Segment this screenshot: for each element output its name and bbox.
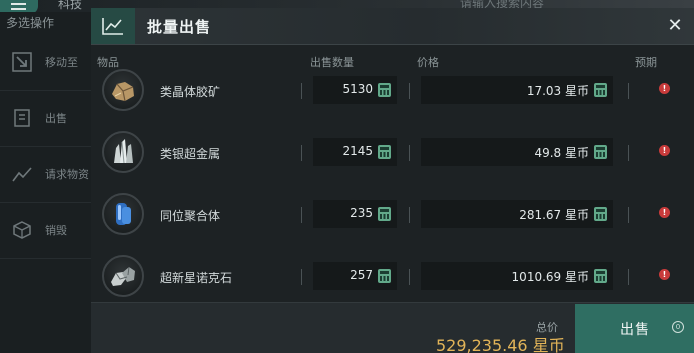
sidebar-item-destroy[interactable]: 销毁 (0, 202, 92, 259)
quantity-input[interactable]: 5130 (313, 76, 397, 104)
sidebar-item-sell[interactable]: 出售 (0, 90, 92, 147)
price-value: 281.67 星币 (519, 208, 589, 222)
total-price-value: 529,235.46 星币 (436, 336, 565, 353)
divider (628, 269, 629, 285)
warning-icon[interactable]: ! (659, 269, 670, 280)
close-icon[interactable]: ✕ (664, 15, 686, 37)
item-name: 超新星诺克石 (160, 271, 233, 285)
price-value: 49.8 星币 (534, 146, 589, 160)
background-sidebar: 多选操作 移动至 出售 请求物资 销毁 (0, 12, 92, 353)
quantity-input[interactable]: 257 (313, 262, 397, 290)
price-input[interactable]: 17.03 星币 (421, 76, 613, 104)
calculator-icon[interactable] (594, 145, 607, 159)
sidebar-heading: 多选操作 (6, 16, 55, 30)
quantity-input[interactable]: 235 (313, 200, 397, 228)
price-input[interactable]: 1010.69 星币 (421, 262, 613, 290)
background-title: 科技 (58, 0, 83, 11)
divider (628, 83, 629, 99)
divider (301, 83, 302, 99)
divider (409, 145, 410, 161)
crystal-metal-icon (102, 131, 144, 173)
price-input[interactable]: 281.67 星币 (421, 200, 613, 228)
calculator-icon[interactable] (378, 83, 391, 97)
request-icon (12, 167, 32, 182)
sell-button-label: 出售 (620, 322, 650, 338)
divider (301, 145, 302, 161)
nova-stone-icon (102, 255, 144, 297)
table-row: 超新星诺克石 257 1010.69 星币 ! (91, 246, 694, 308)
quantity-value: 2145 (342, 144, 373, 158)
price-value: 17.03 星币 (526, 84, 589, 98)
divider (628, 145, 629, 161)
sell-button[interactable]: 出售 0 (575, 304, 694, 353)
calculator-icon[interactable] (594, 207, 607, 221)
sidebar-item-label: 移动至 (45, 56, 78, 69)
move-icon (12, 52, 32, 72)
quantity-value: 235 (350, 206, 373, 220)
warning-icon[interactable]: ! (659, 83, 670, 94)
table-row: 类银超金属 2145 49.8 星币 ! (91, 122, 694, 184)
sidebar-item-move[interactable]: 移动至 (0, 34, 92, 91)
dialog-header: 批量出售 ✕ (91, 8, 694, 45)
divider (628, 207, 629, 223)
sidebar-item-request[interactable]: 请求物资 (0, 146, 92, 203)
sidebar-item-label: 出售 (45, 112, 67, 125)
divider (301, 269, 302, 285)
price-value: 1010.69 星币 (511, 270, 589, 284)
warning-icon[interactable]: ! (659, 207, 670, 218)
divider (409, 207, 410, 223)
sidebar-item-label: 销毁 (45, 224, 67, 237)
header-icon-box (91, 8, 135, 44)
table-row: 同位聚合体 235 281.67 星币 ! (91, 184, 694, 246)
quantity-input[interactable]: 2145 (313, 138, 397, 166)
calculator-icon[interactable] (378, 269, 391, 283)
calculator-icon[interactable] (378, 207, 391, 221)
calculator-icon[interactable] (594, 269, 607, 283)
sidebar-item-label: 请求物资 (45, 168, 89, 181)
divider (409, 269, 410, 285)
price-input[interactable]: 49.8 星币 (421, 138, 613, 166)
quantity-value: 5130 (342, 82, 373, 96)
isotope-polymer-icon (102, 193, 144, 235)
quantity-value: 257 (350, 268, 373, 282)
item-name: 同位聚合体 (160, 209, 221, 223)
destroy-icon (13, 221, 31, 239)
item-name: 类银超金属 (160, 147, 221, 161)
calculator-icon[interactable] (594, 83, 607, 97)
calculator-icon[interactable] (378, 145, 391, 159)
item-list: 类晶体胶矿 5130 17.03 星币 ! 类银超金属 2145 49.8 星币… (91, 66, 694, 300)
sell-icon (14, 109, 30, 127)
dialog-title: 批量出售 (147, 18, 212, 36)
warning-icon[interactable]: ! (659, 145, 670, 156)
table-row: 类晶体胶矿 5130 17.03 星币 ! (91, 60, 694, 122)
divider (301, 207, 302, 223)
divider (409, 83, 410, 99)
ore-icon (102, 69, 144, 111)
trend-chart-icon (102, 18, 123, 35)
item-name: 类晶体胶矿 (160, 85, 221, 99)
batch-sell-dialog: 批量出售 ✕ 物品 出售数量 价格 预期 类晶体胶矿 5130 17.03 星币… (91, 8, 694, 353)
sell-badge-icon: 0 (672, 321, 684, 333)
